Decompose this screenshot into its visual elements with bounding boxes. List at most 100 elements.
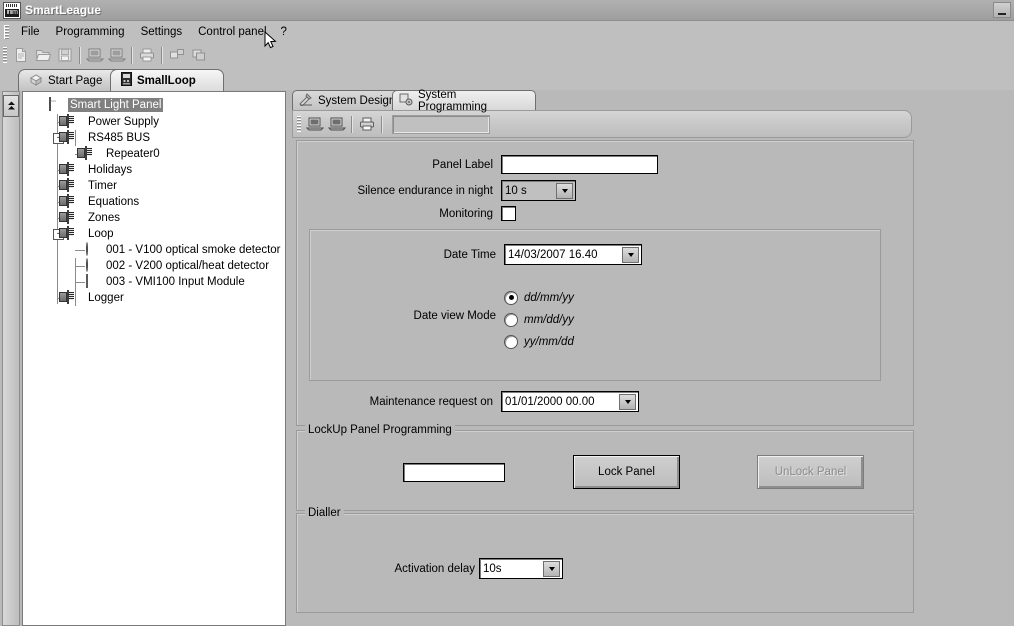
write-to-panel-icon[interactable]: [326, 113, 348, 135]
panel-label-input[interactable]: [501, 155, 658, 174]
tree-node-repeater0[interactable]: Repeater0: [23, 146, 285, 162]
project-tree: Smart Light Panel Power Supply - RS485 B…: [23, 92, 285, 306]
tree-node-label: RS485 BUS: [88, 132, 151, 144]
document-tab-bar: Start Page SmallLoop: [0, 68, 1014, 91]
menu-file[interactable]: File: [13, 24, 48, 40]
date-time-picker[interactable]: 14/03/2007 16.40: [504, 244, 642, 265]
read-panel-icon[interactable]: [84, 44, 106, 66]
tab-label: System Design: [318, 94, 396, 107]
project-tree-pane[interactable]: Smart Light Panel Power Supply - RS485 B…: [22, 91, 286, 626]
lockup-panel-group: LockUp Panel Programming Lock Panel UnLo…: [296, 424, 914, 511]
tree-node-power-supply[interactable]: Power Supply: [23, 114, 285, 130]
tree-node-device-001[interactable]: 001 - V100 optical smoke detector: [23, 242, 285, 258]
tree-node-holidays[interactable]: Holidays: [23, 162, 285, 178]
open-folder-icon[interactable]: [32, 44, 54, 66]
lock-panel-button[interactable]: Lock Panel: [573, 455, 680, 489]
module-icon: [67, 194, 83, 209]
tab-system-programming[interactable]: System Programming: [392, 88, 536, 113]
programming-toolbar: [292, 110, 912, 138]
monitoring-checkbox[interactable]: [501, 206, 516, 221]
toolbar-separator: [381, 115, 383, 133]
silence-endurance-caption: Silence endurance in night: [357, 184, 493, 197]
tree-node-timer[interactable]: Timer: [23, 178, 285, 194]
menu-control-panel[interactable]: Control panel: [190, 24, 274, 40]
tree-node-equations[interactable]: Equations: [23, 194, 285, 210]
tree-node-label: Logger: [88, 292, 124, 304]
menu-bar: File Programming Settings Control panel …: [0, 21, 1014, 42]
menu-help[interactable]: ?: [275, 24, 293, 40]
activation-delay-dropdown[interactable]: 10s: [479, 558, 563, 579]
tab-system-design[interactable]: System Design: [292, 90, 406, 110]
tree-node-label: Holidays: [88, 164, 133, 176]
window-title: SmartLeague: [25, 3, 102, 17]
chevron-down-icon[interactable]: [543, 561, 560, 577]
app-logo-icon: inim: [3, 1, 21, 19]
tree-node-device-003[interactable]: 003 - VMI100 Input Module: [23, 274, 285, 290]
chevron-down-icon[interactable]: [619, 394, 636, 410]
maintenance-request-picker[interactable]: 01/01/2000 00.00: [501, 391, 639, 412]
chevron-down-icon[interactable]: [622, 247, 639, 263]
date-time-row: Date Time 14/03/2007 16.40: [310, 244, 870, 265]
radio-label: dd/mm/yy: [524, 291, 574, 304]
tree-node-label: Smart Light Panel: [68, 98, 164, 112]
chevron-down-icon[interactable]: [556, 183, 573, 199]
print-icon[interactable]: [356, 113, 378, 135]
lockup-group-legend: LockUp Panel Programming: [305, 424, 455, 436]
silence-endurance-dropdown[interactable]: 10 s: [501, 180, 576, 201]
unlock-panel-button-label: UnLock Panel: [774, 466, 847, 478]
activation-delay-value: 10s: [483, 562, 502, 575]
sidebar-collapse-strip: [2, 91, 20, 626]
print-icon[interactable]: [136, 44, 158, 66]
tree-node-loop[interactable]: - Loop: [23, 226, 285, 242]
tree-node-rs485-bus[interactable]: - RS485 BUS: [23, 130, 285, 146]
tree-node-label: Timer: [88, 180, 117, 192]
tree-node-label: Zones: [88, 212, 120, 224]
module-icon: [67, 210, 83, 225]
connect-icon[interactable]: [166, 44, 188, 66]
tab-label: System Programming: [418, 88, 488, 113]
date-view-mode-caption: Date view Mode: [413, 310, 496, 322]
dialler-group: Dialler Activation delay 10s: [296, 507, 914, 613]
module-icon: [67, 162, 83, 177]
read-from-panel-icon[interactable]: [304, 113, 326, 135]
tree-node-logger[interactable]: Logger: [23, 290, 285, 306]
silence-endurance-row: Silence endurance in night 10 s: [297, 180, 897, 201]
date-time-caption: Date Time: [443, 248, 496, 261]
tree-node-label: Repeater0: [106, 148, 160, 160]
tree-node-label: 001 - V100 optical smoke detector: [106, 244, 281, 256]
menu-grip-handle[interactable]: [4, 24, 9, 39]
collapse-chevron-icon[interactable]: [3, 95, 19, 117]
minimize-button[interactable]: [993, 2, 1011, 18]
module-icon: [85, 146, 101, 161]
tree-node-device-002[interactable]: 002 - V200 optical/heat detector: [23, 258, 285, 274]
tree-node-smart-light-panel[interactable]: Smart Light Panel: [23, 96, 285, 114]
monitoring-row: Monitoring: [297, 206, 897, 221]
menu-settings[interactable]: Settings: [133, 24, 191, 40]
radio-indicator[interactable]: [504, 334, 518, 349]
radio-mm-dd-yy[interactable]: mm/dd/yy: [504, 310, 574, 329]
application-window: inim SmartLeague File Programming Settin…: [0, 0, 1014, 626]
date-time-value: 14/03/2007 16.40: [508, 248, 598, 261]
write-panel-icon[interactable]: [106, 44, 128, 66]
tree-node-zones[interactable]: Zones: [23, 210, 285, 226]
document-tab-smallloop[interactable]: SmallLoop: [110, 69, 224, 91]
programming-toolbar-grip[interactable]: [297, 116, 301, 132]
radio-indicator[interactable]: [504, 290, 518, 305]
system-programming-form: Panel Label Silence endurance in night 1…: [292, 140, 914, 626]
toolbar-grip-handle[interactable]: [3, 47, 7, 63]
unlock-panel-button: UnLock Panel: [757, 455, 864, 489]
save-disk-icon[interactable]: [54, 44, 76, 66]
detector-icon: [85, 258, 101, 273]
radio-indicator[interactable]: [504, 312, 518, 327]
copy-icon[interactable]: [188, 44, 210, 66]
document-tab-label: Start Page: [48, 74, 103, 87]
main-toolbar: [0, 42, 1014, 69]
lockup-code-input[interactable]: [403, 463, 505, 482]
new-document-icon[interactable]: [10, 44, 32, 66]
radio-yy-mm-dd[interactable]: yy/mm/dd: [504, 332, 574, 351]
tree-node-label: Equations: [88, 196, 140, 208]
toolbar-combo[interactable]: [392, 114, 490, 134]
menu-programming[interactable]: Programming: [48, 24, 133, 40]
design-tools-icon: [299, 92, 313, 109]
radio-dd-mm-yy[interactable]: dd/mm/yy: [504, 288, 574, 307]
